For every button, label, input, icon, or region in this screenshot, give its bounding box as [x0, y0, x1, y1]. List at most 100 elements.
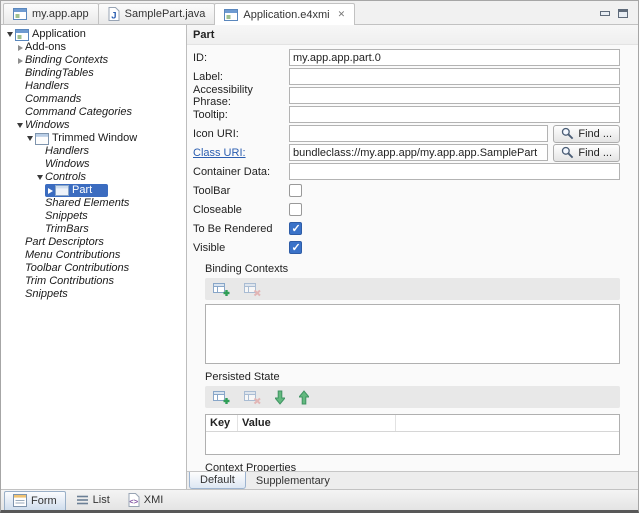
tree-item-commands[interactable]: Commands [1, 93, 186, 106]
window-icon [35, 133, 49, 145]
add-button[interactable] [213, 281, 230, 297]
remove-button[interactable] [244, 389, 261, 405]
close-icon[interactable]: ✕ [338, 9, 346, 20]
icon-uri-field-label: Icon URI: [193, 128, 289, 140]
closeable-checkbox[interactable] [289, 203, 302, 216]
tree-item-label: Toolbar Contributions [25, 262, 129, 275]
tree-item-handlers[interactable]: Handlers [1, 80, 186, 93]
editor-tab-bar: my.app.app SamplePart.java Application.e… [1, 1, 638, 25]
minimize-icon[interactable] [600, 11, 610, 16]
tree-item-window-windows[interactable]: Windows [1, 158, 186, 171]
tree-item-label: Shared Elements [45, 197, 129, 210]
tab-list[interactable]: List [68, 491, 118, 510]
move-down-button[interactable] [275, 390, 285, 405]
tree-item-controls[interactable]: Controls [1, 171, 186, 184]
class-uri-input[interactable] [289, 144, 548, 161]
tab-my-app-app[interactable]: my.app.app [3, 3, 99, 24]
visible-checkbox-label: Visible [193, 242, 289, 254]
arrow-down-icon [275, 390, 285, 405]
tree-item-label: Part [72, 184, 92, 197]
binding-contexts-list[interactable] [205, 304, 620, 364]
tree-item-label: Trim Contributions [25, 275, 114, 288]
visible-checkbox[interactable] [289, 241, 302, 254]
accessibility-field-row: Accessibility Phrase: [193, 87, 620, 104]
tree-item-trimbars[interactable]: TrimBars [1, 223, 186, 236]
to-be-rendered-checkbox[interactable] [289, 222, 302, 235]
tab-supplementary[interactable]: Supplementary [246, 472, 340, 489]
toolbar-checkbox[interactable] [289, 184, 302, 197]
table-add-icon [213, 389, 230, 405]
tree-item-trimmed-window[interactable]: Trimmed Window [1, 132, 186, 145]
tree-item-menu-contributions[interactable]: Menu Contributions [1, 249, 186, 262]
id-input[interactable] [289, 49, 620, 66]
tree-item-bindingtables[interactable]: BindingTables [1, 67, 186, 80]
tree-selection-highlight: Part [45, 184, 108, 197]
expander-expanded-icon[interactable] [35, 171, 45, 184]
table-body[interactable] [206, 432, 619, 454]
tab-application-e4xmi[interactable]: Application.e4xmi ✕ [214, 3, 355, 25]
tab-default[interactable]: Default [189, 472, 246, 489]
tree-item-trim-contributions[interactable]: Trim Contributions [1, 275, 186, 288]
expander-collapsed-icon[interactable] [15, 41, 25, 54]
icon-uri-find-button[interactable]: Find ... [553, 125, 620, 143]
id-field-label: ID: [193, 52, 289, 64]
list-icon [76, 494, 89, 506]
tab-label: Application.e4xmi [243, 9, 329, 21]
tree-item-window-snippets[interactable]: Snippets [1, 210, 186, 223]
tree-item-snippets[interactable]: Snippets [1, 288, 186, 301]
tree-item-add-ons[interactable]: Add-ons [1, 41, 186, 54]
icon-uri-input[interactable] [289, 125, 548, 142]
tree-item-application[interactable]: Application [1, 28, 186, 41]
app-model-icon [13, 8, 27, 20]
tree-item-label: Part Descriptors [25, 236, 104, 249]
form-title: Part [187, 25, 638, 45]
toolbar-checkbox-label: ToolBar [193, 185, 289, 197]
tree-item-toolbar-contributions[interactable]: Toolbar Contributions [1, 262, 186, 275]
expander-expanded-icon[interactable] [15, 119, 25, 132]
value-column-header[interactable]: Value [238, 415, 396, 431]
tab-label: SamplePart.java [125, 8, 206, 20]
tab-label: XMI [144, 494, 164, 506]
to-be-rendered-checkbox-label: To Be Rendered [193, 223, 289, 235]
tree-item-window-handlers[interactable]: Handlers [1, 145, 186, 158]
accessibility-input[interactable] [289, 87, 620, 104]
key-column-header[interactable]: Key [206, 415, 238, 431]
tree-item-binding-contexts[interactable]: Binding Contexts [1, 54, 186, 67]
tree-item-label: Binding Contexts [25, 54, 108, 67]
tree-item-part-descriptors[interactable]: Part Descriptors [1, 236, 186, 249]
form-subtabs: Default Supplementary [187, 471, 638, 489]
tree-item-label: BindingTables [25, 67, 94, 80]
tree-item-label: Application [32, 28, 86, 41]
expander-collapsed-icon[interactable] [45, 184, 55, 197]
accessibility-field-label: Accessibility Phrase: [193, 84, 289, 108]
table-remove-icon [244, 281, 261, 297]
tree-item-windows[interactable]: Windows [1, 119, 186, 132]
class-uri-link[interactable]: Class URI: [193, 147, 289, 159]
expander-expanded-icon[interactable] [25, 132, 35, 145]
tree-item-label: Add-ons [25, 41, 66, 54]
tree-item-command-categories[interactable]: Command Categories [1, 106, 186, 119]
application-icon [15, 29, 29, 41]
expander-collapsed-icon[interactable] [15, 54, 25, 67]
label-field-label: Label: [193, 71, 289, 83]
tab-xmi[interactable]: XMI [120, 491, 172, 510]
remove-button[interactable] [244, 281, 261, 297]
tooltip-input[interactable] [289, 106, 620, 123]
tree-item-part[interactable]: Part [1, 184, 186, 197]
tab-samplepart-java[interactable]: SamplePart.java [98, 3, 216, 24]
class-uri-find-button[interactable]: Find ... [553, 144, 620, 162]
tab-form[interactable]: Form [4, 491, 66, 510]
tooltip-field-row: Tooltip: [193, 106, 620, 123]
arrow-up-icon [299, 390, 309, 405]
add-button[interactable] [213, 389, 230, 405]
find-button-label: Find ... [578, 128, 612, 140]
expander-expanded-icon[interactable] [5, 28, 15, 41]
tree-item-label: Trimmed Window [52, 132, 137, 145]
visible-checkbox-row: Visible [193, 239, 620, 256]
move-up-button[interactable] [299, 390, 309, 405]
tree-item-shared-elements[interactable]: Shared Elements [1, 197, 186, 210]
container-data-input[interactable] [289, 163, 620, 180]
app-model-icon [224, 9, 238, 21]
maximize-icon[interactable] [618, 9, 628, 18]
label-input[interactable] [289, 68, 620, 85]
